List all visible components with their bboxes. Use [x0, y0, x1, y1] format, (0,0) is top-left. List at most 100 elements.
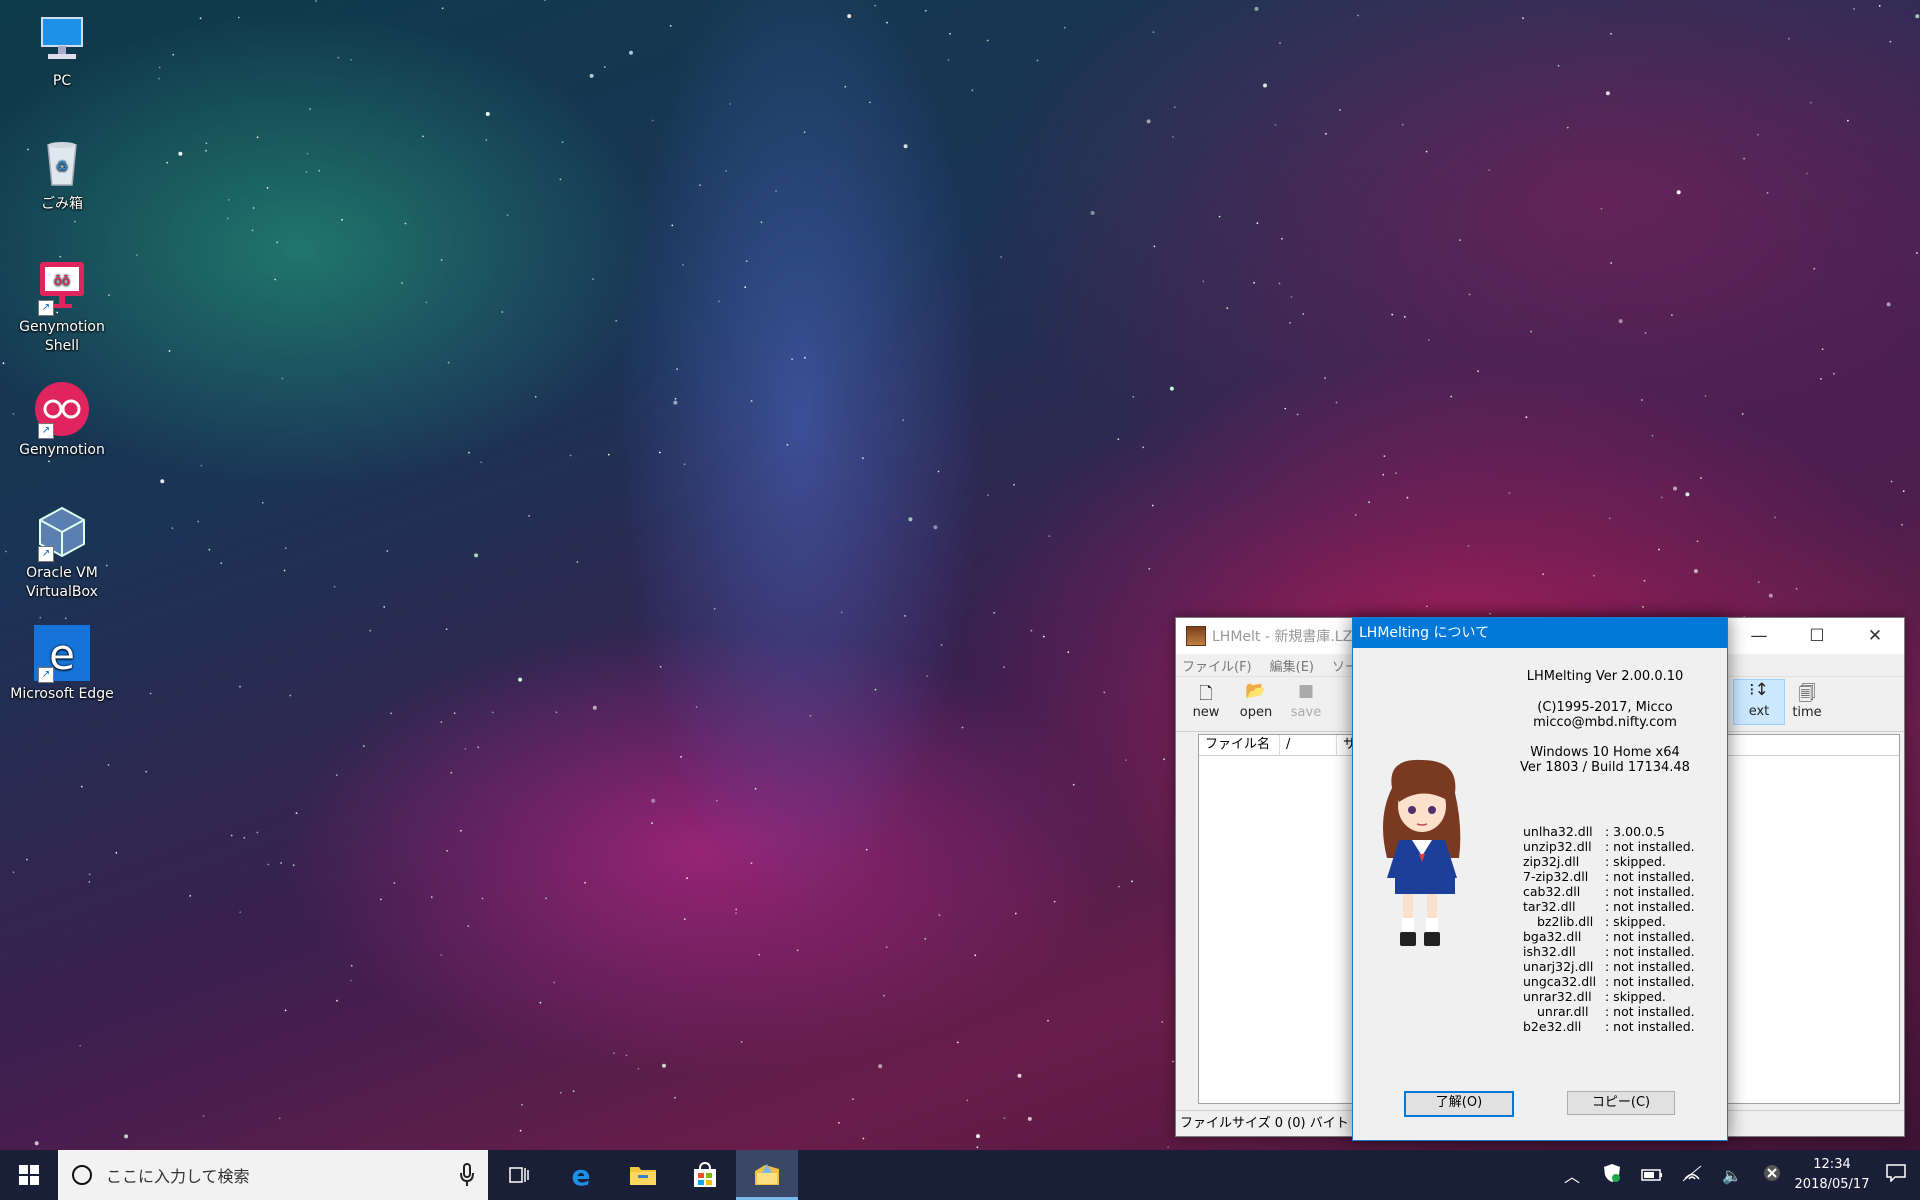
desktop-icon-pc[interactable]: PC	[2, 12, 122, 91]
taskbar-store[interactable]	[674, 1150, 736, 1200]
desktop-icon-virtualbox[interactable]: ↗ Oracle VM VirtualBox	[2, 504, 122, 602]
maximize-icon: ☐	[1809, 626, 1825, 646]
sort-ext-icon: ⁝↕	[1749, 680, 1769, 700]
genymotion-shell-icon: ōō ↗	[34, 258, 90, 316]
ok-button[interactable]: 了解(O)	[1404, 1091, 1514, 1117]
desktop-icon-edge[interactable]: e ↗ Microsoft Edge	[2, 625, 122, 704]
dll-name: unarj32j.dll	[1523, 959, 1594, 974]
taskbar-search-box[interactable]: ここに入力して検索	[58, 1150, 488, 1200]
new-file-icon: 🗋	[1199, 684, 1213, 704]
dll-row: unrar32.dll: skipped.	[1523, 989, 1695, 1004]
time-button-label: time	[1792, 705, 1822, 720]
dll-name: 7-zip32.dll	[1523, 869, 1589, 884]
taskbar-file-explorer[interactable]	[612, 1150, 674, 1200]
taskbar: ここに入力して検索 e ︿ 🔈 12:34 2018/05/17	[0, 1150, 1920, 1200]
dll-name: cab32.dll	[1523, 884, 1581, 899]
new-button[interactable]: 🗋 new	[1181, 681, 1231, 720]
dll-row: unrar.dll: not installed.	[1523, 1004, 1695, 1019]
save-button-label: save	[1290, 705, 1322, 720]
dll-status: : not installed.	[1605, 1019, 1695, 1034]
action-center-button[interactable]	[1872, 1164, 1920, 1186]
dll-row: unarj32j.dll: not installed.	[1523, 959, 1695, 974]
lhmelt-app-icon	[755, 1164, 779, 1185]
dll-row: unlha32.dll : 3.00.0.5	[1523, 824, 1695, 839]
close-icon: ✕	[1867, 626, 1883, 646]
dll-status: : skipped.	[1605, 854, 1666, 869]
folder-icon	[630, 1167, 656, 1185]
clock-time: 12:34	[1813, 1157, 1851, 1172]
windows-defender-icon[interactable]	[1592, 1163, 1632, 1187]
desktop-icon-label: Microsoft Edge	[10, 686, 114, 702]
main-window-title: LHMelt - 新規書庫.LZ	[1212, 629, 1353, 645]
system-tray: ︿ 🔈 12:34 2018/05/17	[1552, 1150, 1920, 1200]
taskbar-edge[interactable]: e	[550, 1150, 612, 1200]
dll-name: unzip32.dll	[1523, 839, 1592, 854]
desktop-icon-label: Genymotion	[19, 442, 105, 458]
minimize-icon: —	[1750, 626, 1768, 646]
network-disconnected-icon[interactable]	[1752, 1164, 1792, 1186]
close-button[interactable]: ✕	[1846, 618, 1904, 654]
save-button[interactable]: ■ save	[1281, 681, 1331, 720]
dll-name: bga32.dll	[1523, 929, 1582, 944]
desktop-icon-label: Genymotion Shell	[19, 319, 105, 354]
svg-text:e: e	[572, 1162, 591, 1188]
dll-name: b2e32.dll	[1523, 1019, 1582, 1034]
menu-file[interactable]: ファイル(F)	[1182, 656, 1252, 675]
task-view-icon	[509, 1167, 529, 1183]
clock-date: 2018/05/17	[1794, 1177, 1870, 1192]
dll-row: unzip32.dll: not installed.	[1523, 839, 1695, 854]
dll-row: tar32.dll : not installed.	[1523, 899, 1695, 914]
desktop-icon-label: PC	[52, 73, 72, 89]
copy-button[interactable]: コピー(C)	[1567, 1091, 1675, 1115]
notification-icon	[1886, 1164, 1906, 1183]
column-filename[interactable]: ファイル名	[1199, 735, 1280, 755]
dll-name: bz2lib.dll	[1537, 914, 1594, 929]
dll-row: bga32.dll: not installed.	[1523, 929, 1695, 944]
email-text: micco@mbd.nifty.com	[1533, 715, 1677, 730]
column-path[interactable]: /	[1280, 735, 1337, 755]
microphone-icon[interactable]	[460, 1163, 474, 1187]
volume-icon[interactable]: 🔈	[1712, 1166, 1752, 1185]
dll-name: zip32j.dll	[1523, 854, 1580, 869]
dll-row: bz2lib.dll: skipped.	[1523, 914, 1695, 929]
dll-name: ish32.dll	[1523, 944, 1576, 959]
desktop-icon-recycle-bin[interactable]: ♻ ごみ箱	[2, 135, 122, 214]
dll-status: : not installed.	[1605, 899, 1695, 914]
ext-button[interactable]: ⁝↕ ext	[1733, 679, 1785, 725]
dll-name: unlha32.dll	[1523, 824, 1593, 839]
virtualbox-icon: ↗	[34, 504, 90, 562]
edge-icon: e ↗	[34, 625, 90, 683]
svg-text:ōō: ōō	[54, 274, 70, 289]
start-button[interactable]	[0, 1150, 58, 1200]
battery-icon[interactable]	[1632, 1166, 1672, 1185]
cortana-icon	[72, 1165, 92, 1185]
chevron-up-icon[interactable]: ︿	[1552, 1163, 1592, 1187]
copyright-text: (C)1995-2017, Micco	[1537, 700, 1673, 715]
taskbar-clock[interactable]: 12:34 2018/05/17	[1792, 1155, 1872, 1195]
sort-time-icon: 🗐	[1798, 684, 1816, 704]
search-placeholder: ここに入力して検索	[106, 1167, 250, 1186]
desktop-icon-genymotion[interactable]: ↗ Genymotion	[2, 381, 122, 460]
about-dialog[interactable]: LHMelting について LHMelting Ver 2.00.0.10 (…	[1352, 617, 1728, 1141]
dll-status: : not installed.	[1605, 884, 1695, 899]
desktop-icon-genymotion-shell[interactable]: ōō ↗ Genymotion Shell	[2, 258, 122, 356]
minimize-button[interactable]: —	[1730, 618, 1788, 654]
about-dialog-title[interactable]: LHMelting について	[1353, 618, 1727, 648]
dll-row: 7-zip32.dll: not installed.	[1523, 869, 1695, 884]
time-button[interactable]: 🗐 time	[1782, 681, 1832, 720]
dll-status: : not installed.	[1605, 974, 1695, 989]
maximize-button[interactable]: ☐	[1788, 618, 1846, 654]
open-button[interactable]: 📂 open	[1231, 681, 1281, 720]
dll-status: : skipped.	[1605, 989, 1666, 1004]
dll-status: : 3.00.0.5	[1605, 824, 1665, 839]
dll-status: : not installed.	[1605, 944, 1695, 959]
menu-edit[interactable]: 編集(E)	[1270, 656, 1314, 675]
taskbar-lhmelt[interactable]	[736, 1150, 798, 1200]
wifi-icon[interactable]	[1672, 1164, 1712, 1186]
dll-name: tar32.dll	[1523, 899, 1576, 914]
lhmelt-app-icon	[1186, 626, 1206, 646]
task-view-button[interactable]	[488, 1150, 550, 1200]
dll-name: unrar.dll	[1537, 1004, 1589, 1019]
dll-row: ungca32.dll: not installed.	[1523, 974, 1695, 989]
mascot-character-image	[1383, 759, 1461, 946]
